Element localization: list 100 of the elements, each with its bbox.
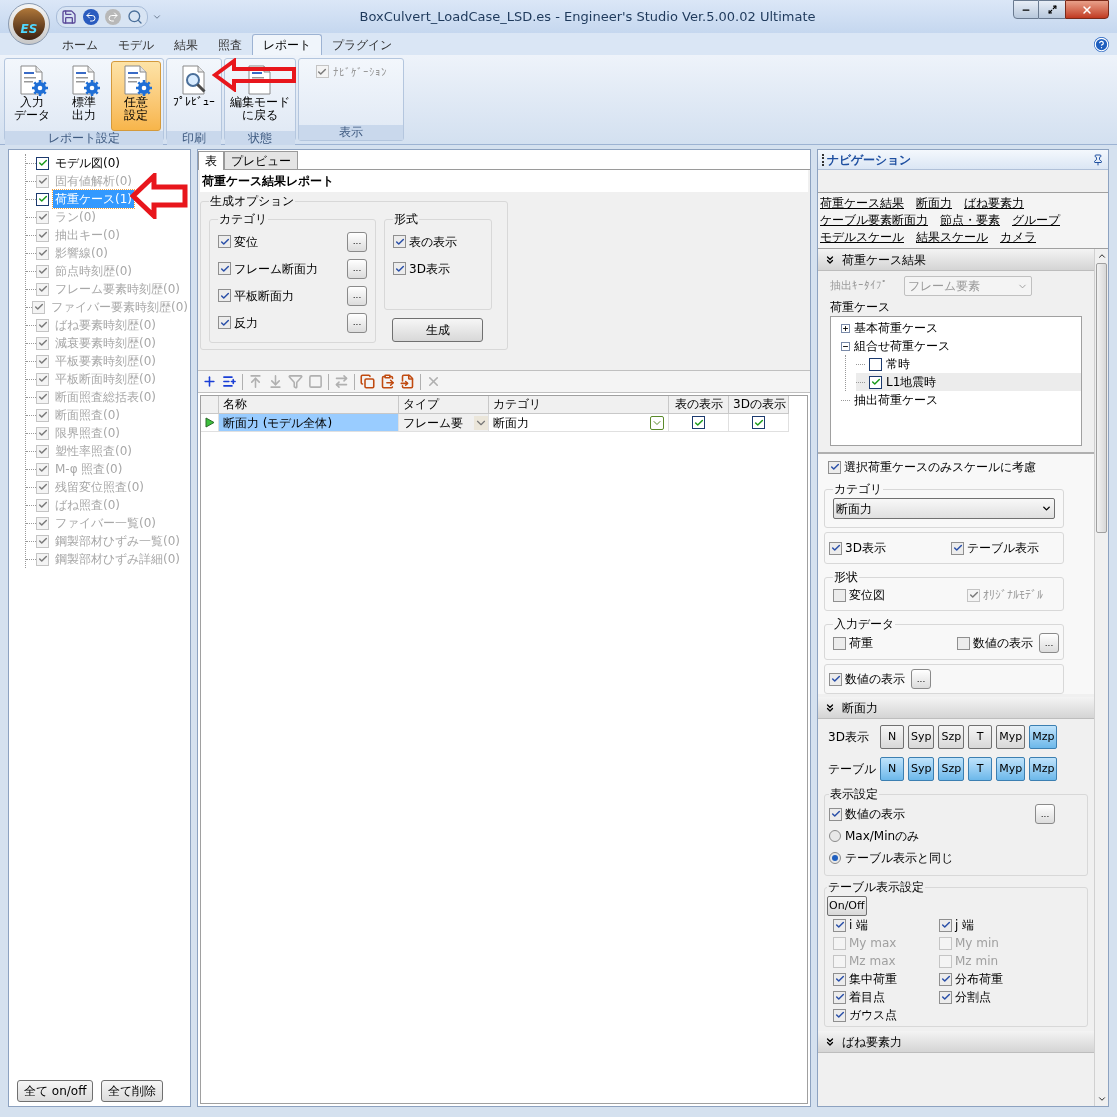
scroll-up-icon[interactable] <box>1096 251 1107 261</box>
more-button[interactable]: ... <box>1039 633 1059 653</box>
copy-icon[interactable] <box>360 374 375 389</box>
checkbox[interactable] <box>939 972 952 986</box>
ribbon-button[interactable]: 標準 出力 <box>59 61 109 131</box>
insert-icon[interactable] <box>222 374 237 389</box>
ribbon-tab[interactable]: レポート <box>252 34 322 55</box>
toggle-button[interactable]: Mzp <box>1029 725 1058 749</box>
help-icon[interactable] <box>1094 37 1109 52</box>
tree-item[interactable]: モデル図(0) <box>53 154 122 172</box>
toggle-button[interactable]: Szp <box>938 757 965 781</box>
scroll-down-icon[interactable] <box>1096 1094 1107 1104</box>
on-off-button[interactable]: On/Off <box>827 896 867 917</box>
tree-item[interactable]: 基本荷重ケース <box>854 319 938 337</box>
more-button[interactable]: ... <box>347 285 367 306</box>
footer-button[interactable]: 全て on/off <box>17 1080 94 1102</box>
nav-link[interactable]: 断面力 <box>916 195 952 212</box>
column-header[interactable]: 表の表示 <box>669 396 729 414</box>
minimize-button[interactable] <box>1013 0 1039 19</box>
pin-icon[interactable] <box>1092 153 1104 166</box>
dropdown-icon[interactable] <box>650 415 664 430</box>
ribbon-button[interactable]: 任意 設定 <box>111 61 161 131</box>
toggle-button[interactable]: Syp <box>908 757 935 781</box>
footer-button[interactable]: 全て削除 <box>101 1080 164 1102</box>
nav-link[interactable]: 節点・要素 <box>940 212 1000 229</box>
more-button[interactable]: ... <box>911 669 931 689</box>
table-cell[interactable]: 断面力 <box>493 413 650 432</box>
ribbon-tab[interactable]: プラグイン <box>322 34 402 55</box>
ribbon-tab[interactable]: 結果 <box>164 34 208 55</box>
view-tab[interactable]: 表 <box>198 151 224 170</box>
toggle-button[interactable]: Mzp <box>1029 757 1058 781</box>
dropdown[interactable]: 断面力 <box>833 498 1055 519</box>
checkbox[interactable] <box>752 416 765 429</box>
tree-item[interactable]: 組合せ荷重ケース <box>854 337 950 355</box>
ribbon-tab[interactable]: 照査 <box>208 34 252 55</box>
close-button[interactable] <box>1065 0 1109 19</box>
checkbox[interactable] <box>829 807 842 821</box>
app-logo[interactable]: ES <box>8 3 50 45</box>
nav-link[interactable]: モデルスケール <box>820 229 904 246</box>
column-header[interactable]: 3Dの表示 <box>729 396 789 414</box>
toggle-button[interactable]: Myp <box>996 725 1026 749</box>
more-button[interactable]: ... <box>347 231 367 252</box>
table-cell[interactable]: 断面力 (モデル全体) <box>219 414 399 432</box>
radio-button[interactable] <box>829 830 841 842</box>
checkbox[interactable] <box>833 972 846 986</box>
checkbox[interactable] <box>957 636 970 650</box>
checkbox[interactable] <box>829 541 842 555</box>
generate-button[interactable]: 生成 <box>392 318 483 342</box>
scrollbar[interactable] <box>1094 249 1108 1106</box>
toggle-button[interactable]: T <box>968 725 993 749</box>
checkbox[interactable] <box>829 672 842 686</box>
nav-link[interactable]: カメラ <box>1000 229 1036 246</box>
checkbox[interactable] <box>36 156 49 170</box>
preview-icon[interactable] <box>127 8 143 25</box>
checkbox[interactable] <box>833 588 846 602</box>
checkbox[interactable] <box>692 416 705 429</box>
checkbox[interactable] <box>833 636 846 650</box>
checkbox[interactable] <box>828 460 841 474</box>
toggle-button[interactable]: T <box>968 757 993 781</box>
checkbox[interactable] <box>218 235 231 248</box>
save-icon[interactable] <box>61 8 77 25</box>
checkbox[interactable] <box>939 990 952 1004</box>
checkbox[interactable] <box>951 541 964 555</box>
checkbox[interactable] <box>218 262 231 275</box>
nav-link[interactable]: 荷重ケース結果 <box>820 195 904 212</box>
toggle-button[interactable]: Myp <box>996 757 1026 781</box>
nav-link[interactable]: 結果スケール <box>916 229 988 246</box>
nav-link[interactable]: グループ <box>1012 212 1060 229</box>
radio-button[interactable] <box>829 852 841 864</box>
checkbox[interactable] <box>939 918 952 932</box>
view-tab[interactable]: プレビュー <box>224 151 298 169</box>
ribbon-tab[interactable]: モデル <box>108 34 164 55</box>
checkbox[interactable] <box>833 918 846 932</box>
checkbox[interactable] <box>36 192 49 206</box>
toggle-button[interactable]: Syp <box>908 725 935 749</box>
add-icon[interactable] <box>202 374 217 389</box>
column-header[interactable]: 名称 <box>219 396 399 414</box>
maximize-button[interactable] <box>1039 0 1065 19</box>
scroll-thumb[interactable] <box>1096 263 1107 533</box>
checkbox[interactable] <box>393 235 406 248</box>
checkbox[interactable] <box>833 1008 846 1022</box>
nav-link[interactable]: ケーブル要素断面力 <box>820 212 928 229</box>
more-button[interactable]: ... <box>347 258 367 279</box>
dropdown-icon[interactable] <box>474 415 488 430</box>
checkbox[interactable] <box>393 262 406 275</box>
checkbox[interactable] <box>218 289 231 302</box>
nav-link[interactable]: ばね要素力 <box>964 195 1024 212</box>
checkbox[interactable] <box>218 316 231 329</box>
expand-icon[interactable] <box>841 323 850 333</box>
paste-icon[interactable] <box>380 374 395 389</box>
toggle-button[interactable]: N <box>880 757 904 781</box>
import-icon[interactable] <box>400 374 415 389</box>
more-button[interactable]: ... <box>1035 804 1055 824</box>
checkbox[interactable] <box>869 375 882 389</box>
column-header[interactable]: カテゴリ <box>489 396 669 414</box>
undo-icon[interactable] <box>83 8 99 25</box>
toggle-button[interactable]: N <box>880 725 904 749</box>
tree-item[interactable]: 常時 <box>886 355 910 373</box>
more-button[interactable]: ... <box>347 312 367 333</box>
toggle-button[interactable]: Szp <box>938 725 965 749</box>
